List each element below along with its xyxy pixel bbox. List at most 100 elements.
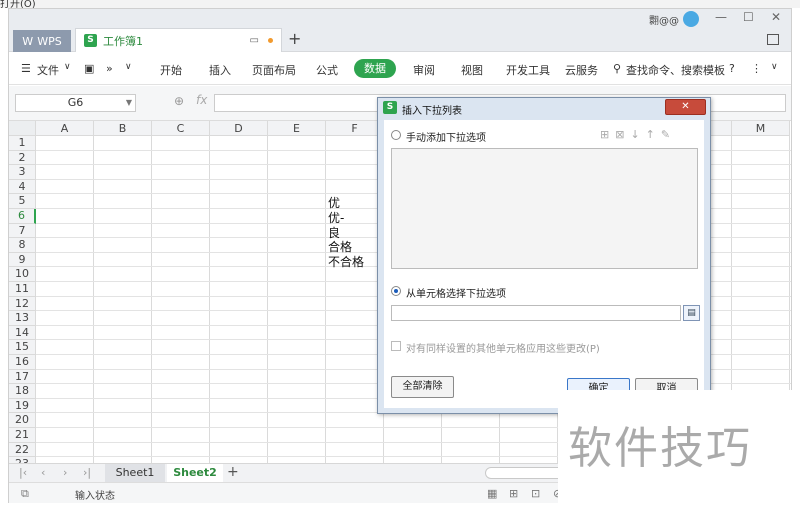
monitor-icon[interactable]: ▭ xyxy=(250,35,259,46)
row-header-10[interactable]: 10 xyxy=(9,267,36,282)
status-view-icon[interactable]: ⧉ xyxy=(21,487,29,501)
last-sheet-icon[interactable]: ›| xyxy=(83,466,91,479)
column-header-a[interactable]: A xyxy=(36,121,94,136)
menu-cloud[interactable]: 云服务 xyxy=(565,62,598,78)
menu-review[interactable]: 审阅 xyxy=(413,62,435,78)
maximize-icon[interactable]: ☐ xyxy=(743,10,754,24)
row-header-13[interactable]: 13 xyxy=(9,311,36,326)
cell-f9[interactable]: 不合格 xyxy=(328,253,364,270)
menu-formula[interactable]: 公式 xyxy=(316,62,338,78)
column-header-c[interactable]: C xyxy=(152,121,210,136)
menu-insert[interactable]: 插入 xyxy=(209,62,231,78)
row-header-17[interactable]: 17 xyxy=(9,369,36,385)
clear-all-button[interactable]: 全部清除 xyxy=(391,376,454,398)
hamburger-icon[interactable]: ☰ xyxy=(21,62,31,75)
prev-sheet-icon[interactable]: ‹ xyxy=(41,466,45,479)
page-layout-view-icon[interactable]: ⊡ xyxy=(531,487,540,500)
row-header-19[interactable]: 19 xyxy=(9,398,36,414)
new-tab-button[interactable]: + xyxy=(288,29,301,48)
move-down-icon[interactable]: ↓ xyxy=(630,128,645,141)
save-icon[interactable]: ▣ xyxy=(84,62,94,75)
minimize-icon[interactable]: — xyxy=(715,10,727,24)
row-header-14[interactable]: 14 xyxy=(9,325,36,341)
row-header-22[interactable]: 22 xyxy=(9,442,36,458)
row-header-9[interactable]: 9 xyxy=(9,252,36,268)
next-sheet-icon[interactable]: › xyxy=(63,466,67,479)
row-header-15[interactable]: 15 xyxy=(9,340,36,355)
add-sheet-button[interactable]: + xyxy=(227,464,239,480)
zoom-icon[interactable]: ⊕ xyxy=(174,94,184,108)
avatar xyxy=(683,11,699,27)
row-header-18[interactable]: 18 xyxy=(9,384,36,399)
tab-workbook[interactable]: S 工作簿1 ▭ xyxy=(75,28,282,52)
row-header-5[interactable]: 5 xyxy=(9,194,36,209)
cell-options-label[interactable]: 从单元格选择下拉选项 xyxy=(406,285,506,300)
row-header-1[interactable]: 1 xyxy=(9,136,36,151)
edit-item-icon[interactable]: ✎ xyxy=(661,128,676,141)
row-header-11[interactable]: 11 xyxy=(9,282,36,297)
column-cells-f[interactable] xyxy=(326,136,384,463)
row-header-4[interactable]: 4 xyxy=(9,179,36,195)
menu-page-layout[interactable]: 页面布局 xyxy=(252,62,296,78)
fx-icon[interactable]: fx xyxy=(196,93,207,107)
column-header-d[interactable]: D xyxy=(210,121,268,136)
column-cells-b[interactable] xyxy=(94,136,152,463)
menu-data[interactable]: 数据 xyxy=(354,59,396,78)
manual-options-label[interactable]: 手动添加下拉选项 xyxy=(406,129,486,144)
row-header-16[interactable]: 16 xyxy=(9,355,36,370)
column-cells-e[interactable] xyxy=(268,136,326,463)
column-cells-a[interactable] xyxy=(36,136,94,463)
manual-options-list[interactable] xyxy=(391,148,698,269)
apply-same-checkbox[interactable] xyxy=(391,341,401,351)
cell-range-input[interactable] xyxy=(391,305,681,321)
collapse-ribbon-icon[interactable]: ∨ xyxy=(771,62,778,72)
file-menu[interactable]: 文件 xyxy=(37,62,59,78)
move-up-icon[interactable]: ↑ xyxy=(646,128,661,141)
column-header-e[interactable]: E xyxy=(268,121,326,136)
dialog-close-button[interactable]: ✕ xyxy=(665,99,706,115)
row-header-6[interactable]: 6 xyxy=(9,209,36,224)
more-options-icon[interactable]: ⋮ xyxy=(751,62,762,75)
close-icon[interactable]: ✕ xyxy=(771,10,781,24)
command-search[interactable]: 查找命令、搜索模板 xyxy=(626,62,725,78)
row-header-21[interactable]: 21 xyxy=(9,428,36,443)
name-box[interactable]: G6 ▼ xyxy=(15,94,136,112)
row-header-3[interactable]: 3 xyxy=(9,165,36,180)
sheet-tab-sheet1[interactable]: Sheet1 xyxy=(105,464,165,482)
row-header-7[interactable]: 7 xyxy=(9,223,36,239)
menu-developer[interactable]: 开发工具 xyxy=(506,62,550,78)
dialog-title-bar[interactable]: S 插入下拉列表 ✕ xyxy=(378,98,710,118)
normal-view-icon[interactable]: ▦ xyxy=(487,487,497,500)
add-item-icon[interactable]: ⊞ xyxy=(600,128,615,141)
user-account[interactable]: 翾@@ xyxy=(649,11,699,27)
select-all-corner[interactable] xyxy=(9,121,36,136)
column-cells-d[interactable] xyxy=(210,136,268,463)
column-header-f[interactable]: F xyxy=(326,121,384,136)
row-header-8[interactable]: 8 xyxy=(9,238,36,253)
sheet-tab-sheet2[interactable]: Sheet2 xyxy=(167,464,223,482)
menu-view[interactable]: 视图 xyxy=(461,62,483,78)
radio-cell-options[interactable] xyxy=(391,286,401,296)
column-header-m[interactable]: M xyxy=(732,121,790,136)
range-select-icon[interactable]: ▤ xyxy=(683,305,700,321)
page-break-view-icon[interactable]: ⊞ xyxy=(509,487,518,500)
chevron-down-icon[interactable]: ∨ xyxy=(125,62,132,72)
insert-dropdown-dialog: S 插入下拉列表 ✕ 手动添加下拉选项 ⊞⊠↓↑✎ 从单元格选择下拉选项 ▤ 对… xyxy=(377,97,711,414)
spreadsheet-icon: S xyxy=(84,34,97,47)
first-sheet-icon[interactable]: |‹ xyxy=(19,466,27,479)
column-cells-c[interactable] xyxy=(152,136,210,463)
menu-start[interactable]: 开始 xyxy=(160,62,182,78)
column-header-b[interactable]: B xyxy=(94,121,152,136)
row-header-20[interactable]: 20 xyxy=(9,413,36,428)
radio-manual-options[interactable] xyxy=(391,130,401,140)
row-header-2[interactable]: 2 xyxy=(9,150,36,166)
chevron-down-icon[interactable]: ∨ xyxy=(64,62,71,72)
help-button[interactable]: ? xyxy=(729,62,735,75)
delete-item-icon[interactable]: ⊠ xyxy=(615,128,630,141)
chevron-down-icon[interactable]: ▼ xyxy=(126,95,132,111)
more-tools-button[interactable]: » xyxy=(106,62,113,75)
sidebar-toggle-icon[interactable] xyxy=(767,34,779,45)
row-header-12[interactable]: 12 xyxy=(9,296,36,312)
tab-wps-home[interactable]: W WPS xyxy=(13,30,71,52)
open-menu-label[interactable]: 打开(O) xyxy=(0,0,36,8)
